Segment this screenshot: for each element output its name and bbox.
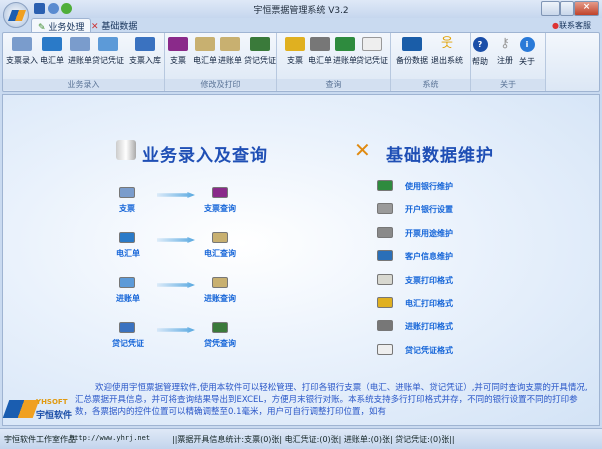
entry-credit-link[interactable]: 贷记凭证: [112, 338, 144, 349]
minimize-button[interactable]: [541, 1, 560, 16]
card-icon: [377, 297, 393, 308]
card-icon: [285, 37, 305, 51]
database-icon: [402, 37, 422, 51]
query-wire-link[interactable]: 电汇查询: [204, 248, 236, 259]
save-icon[interactable]: [34, 3, 45, 14]
refresh-icon[interactable]: [48, 3, 59, 14]
cheque-icon: [70, 37, 90, 51]
query-credit-link[interactable]: 贷凭查询: [204, 338, 236, 349]
basic-data-item[interactable]: 贷记凭证格式: [405, 345, 453, 356]
tools-icon: ✕: [354, 138, 371, 162]
cheque-stock-button[interactable]: 支票入库: [128, 37, 162, 66]
basic-data-item[interactable]: 进账打印格式: [405, 321, 453, 332]
card-icon: [220, 37, 240, 51]
card-icon: [98, 37, 118, 51]
card-icon: [335, 37, 355, 51]
maximize-button[interactable]: [560, 1, 574, 16]
qq-icon: ●: [552, 21, 559, 30]
app-menu-button[interactable]: [3, 2, 29, 28]
contact-support-link[interactable]: ●联系客服: [552, 20, 591, 31]
running-man-icon: 웃: [441, 36, 453, 51]
card-icon: [377, 180, 393, 191]
about-button[interactable]: i 关于: [510, 37, 544, 67]
edit-deposit-button[interactable]: 进账单: [213, 37, 247, 66]
tab-business[interactable]: ✎ 业务处理: [31, 18, 92, 33]
card-icon: [135, 37, 155, 51]
card-icon: [195, 37, 215, 51]
backup-button[interactable]: 备份数据: [395, 37, 429, 66]
credit-entry-button[interactable]: 贷记凭证: [91, 37, 125, 66]
author-label: 宇恒软件工作室作品: [4, 435, 76, 444]
basic-data-item[interactable]: 电汇打印格式: [405, 298, 453, 309]
card-icon: [377, 250, 393, 262]
query-credit-button[interactable]: 贷记凭证: [355, 37, 389, 66]
exit-button[interactable]: 웃 退出系统: [430, 37, 464, 66]
run-icon[interactable]: [61, 3, 72, 14]
card-icon: [212, 232, 228, 243]
cheque-icon: [119, 187, 135, 198]
close-button[interactable]: ×: [574, 1, 599, 16]
basic-data-item[interactable]: 支票打印格式: [405, 275, 453, 286]
cheque-icon: [12, 37, 32, 51]
entry-wire-link[interactable]: 电汇单: [116, 248, 140, 259]
entry-cheque-link[interactable]: 支票: [119, 203, 135, 214]
welcome-text: 欢迎使用宇恒票据管理软件,使用本软件可以轻松管理、打印各银行支票（电汇、进账单、…: [75, 383, 588, 417]
card-icon: [119, 277, 135, 288]
status-bar: 宇恒软件工作室作品 http://www.yhrj.net ||票据开具信息统计…: [0, 428, 602, 449]
info-icon: i: [519, 37, 535, 52]
card-icon: [212, 322, 228, 333]
tab-basic-data[interactable]: ✕ 基础数据: [85, 18, 143, 33]
query-deposit-link[interactable]: 进账查询: [204, 293, 236, 304]
app-logo-icon: [7, 10, 27, 21]
logo-name: 宇恒软件: [36, 411, 73, 421]
entry-deposit-link[interactable]: 进账单: [116, 293, 140, 304]
logo-brand: YHSOFT: [36, 398, 68, 406]
website-link[interactable]: http://www.yhrj.net: [70, 434, 150, 442]
card-icon: [377, 320, 393, 332]
card-icon: [168, 37, 188, 51]
card-icon: [377, 343, 393, 355]
basic-data-section-title: 基础数据维护: [386, 146, 494, 166]
basic-data-item[interactable]: 开户银行设置: [405, 204, 453, 215]
card-icon: [377, 203, 393, 215]
card-icon: [119, 232, 135, 243]
card-icon: [42, 37, 62, 51]
card-icon: [212, 187, 228, 198]
card-icon: [377, 273, 393, 285]
window-title: 宇恒票据管理系统 V3.2: [253, 6, 349, 16]
card-icon: [310, 37, 330, 51]
basic-data-item[interactable]: 开票用途维护: [405, 228, 453, 239]
stats-label: ||票据开具信息统计:支票(0)张| 电汇凭证:(0)张| 进账单:(0)张| …: [172, 435, 455, 444]
card-icon: [250, 37, 270, 51]
edit-credit-button[interactable]: 贷记凭证: [243, 37, 277, 66]
document-pen-icon: [116, 140, 136, 160]
card-icon: [119, 322, 135, 333]
tools-icon: ✕: [91, 22, 99, 32]
card-icon: [377, 226, 393, 238]
card-icon: [212, 277, 228, 288]
query-cheque-link[interactable]: 支票查询: [204, 203, 236, 214]
main-panel: [2, 94, 600, 426]
title-bar: 宇恒票据管理系统 V3.2: [0, 0, 602, 18]
basic-data-item[interactable]: 客户信息维护: [405, 251, 453, 262]
cheque-entry-button[interactable]: 支票录入: [5, 37, 39, 66]
card-icon: [362, 37, 382, 51]
entry-section-title: 业务录入及查询: [142, 146, 268, 166]
basic-data-item[interactable]: 使用银行维护: [405, 181, 453, 192]
help-icon: ?: [472, 37, 488, 52]
